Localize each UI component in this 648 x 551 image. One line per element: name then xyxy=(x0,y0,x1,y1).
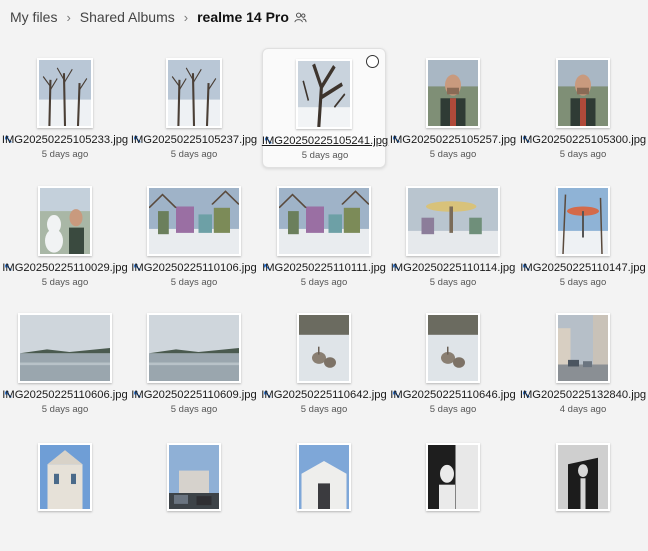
file-tile[interactable]: IMG20250225110029.jpg 5 days ago xyxy=(2,176,128,296)
file-tile[interactable]: IMG20250225110646.jpg 5 days ago xyxy=(390,303,516,423)
file-tile[interactable]: IMG20250225110606.jpg 5 days ago xyxy=(2,303,128,423)
file-tile[interactable]: IMG20250225110147.jpg 5 days ago xyxy=(520,176,646,296)
file-date: 5 days ago xyxy=(41,277,89,288)
file-date: 4 days ago xyxy=(559,404,607,415)
file-tile[interactable] xyxy=(3,431,127,551)
file-date: 5 days ago xyxy=(170,149,218,160)
photo-thumbnail[interactable] xyxy=(556,186,610,256)
file-tile[interactable]: IMG20250225110111.jpg 5 days ago xyxy=(262,176,386,296)
photo-thumbnail[interactable] xyxy=(147,186,241,256)
file-date: 5 days ago xyxy=(300,277,348,288)
photo-thumbnail[interactable] xyxy=(296,59,352,129)
photo-thumbnail[interactable] xyxy=(556,58,610,128)
file-date: 5 days ago xyxy=(170,404,218,415)
file-date: 5 days ago xyxy=(429,149,477,160)
file-tile[interactable]: IMG20250225132840.jpg 4 days ago xyxy=(520,303,646,423)
file-tile[interactable]: IMG20250225110609.jpg 5 days ago xyxy=(131,303,257,423)
file-tile[interactable]: IMG20250225105257.jpg 5 days ago xyxy=(390,48,516,168)
photo-thumbnail[interactable] xyxy=(147,313,241,383)
photo-thumbnail[interactable] xyxy=(18,313,112,383)
file-name[interactable]: IMG20250225110114.jpg xyxy=(385,262,521,274)
photo-thumbnail[interactable] xyxy=(426,58,480,128)
file-name[interactable]: IMG20250225110147.jpg xyxy=(515,262,648,274)
file-date: 5 days ago xyxy=(559,149,607,160)
file-name[interactable]: IMG20250225105300.jpg xyxy=(515,134,648,146)
file-date: 5 days ago xyxy=(41,404,89,415)
file-tile[interactable] xyxy=(132,431,256,551)
file-tile[interactable]: IMG20250225110106.jpg 5 days ago xyxy=(131,176,257,296)
file-date: 5 days ago xyxy=(300,404,348,415)
file-name[interactable]: IMG20250225132840.jpg xyxy=(515,389,648,401)
file-tile[interactable]: IMG20250225110642.jpg 5 days ago xyxy=(261,303,387,423)
file-tile[interactable] xyxy=(262,431,386,551)
file-tile[interactable] xyxy=(391,431,515,551)
file-tile[interactable] xyxy=(521,431,645,551)
file-name[interactable]: IMG20250225105241.jpg xyxy=(257,135,393,147)
file-date: 5 days ago xyxy=(559,277,607,288)
file-name[interactable]: IMG20250225110642.jpg xyxy=(256,389,392,401)
photo-thumbnail[interactable] xyxy=(277,186,371,256)
file-name[interactable]: IMG20250225110609.jpg xyxy=(126,389,262,401)
file-name[interactable]: IMG20250225105237.jpg xyxy=(126,134,262,146)
file-tile[interactable]: IMG20250225105300.jpg 5 days ago xyxy=(520,48,646,168)
photo-thumbnail[interactable] xyxy=(297,313,351,383)
file-tile[interactable]: IMG20250225110114.jpg 5 days ago xyxy=(391,176,515,296)
select-checkbox[interactable] xyxy=(366,55,379,68)
file-date: 5 days ago xyxy=(170,277,218,288)
photo-thumbnail[interactable] xyxy=(556,313,610,383)
file-name[interactable]: IMG20250225110029.jpg xyxy=(0,262,133,274)
file-name[interactable]: IMG20250225110646.jpg xyxy=(385,389,521,401)
file-name[interactable]: IMG20250225105233.jpg xyxy=(0,134,133,146)
file-tile[interactable]: IMG20250225105241.jpg 5 days ago xyxy=(262,48,388,168)
file-name[interactable]: IMG20250225110106.jpg xyxy=(126,262,262,274)
photo-thumbnail[interactable] xyxy=(38,186,92,256)
file-name[interactable]: IMG20250225105257.jpg xyxy=(385,134,521,146)
file-date: 5 days ago xyxy=(429,277,477,288)
photo-thumbnail[interactable] xyxy=(426,313,480,383)
file-tile[interactable]: IMG20250225105237.jpg 5 days ago xyxy=(131,48,257,168)
file-name[interactable]: IMG20250225110111.jpg xyxy=(256,262,392,274)
file-grid: IMG20250225105233.jpg 5 days ago IMG202502… xyxy=(0,0,648,511)
file-date: 5 days ago xyxy=(301,150,349,161)
photo-thumbnail[interactable] xyxy=(166,58,222,128)
file-date: 5 days ago xyxy=(429,404,477,415)
photo-thumbnail[interactable] xyxy=(37,58,93,128)
file-name[interactable]: IMG20250225110606.jpg xyxy=(0,389,133,401)
file-date: 5 days ago xyxy=(41,149,89,160)
file-tile[interactable]: IMG20250225105233.jpg 5 days ago xyxy=(2,48,128,168)
photo-thumbnail[interactable] xyxy=(406,186,500,256)
